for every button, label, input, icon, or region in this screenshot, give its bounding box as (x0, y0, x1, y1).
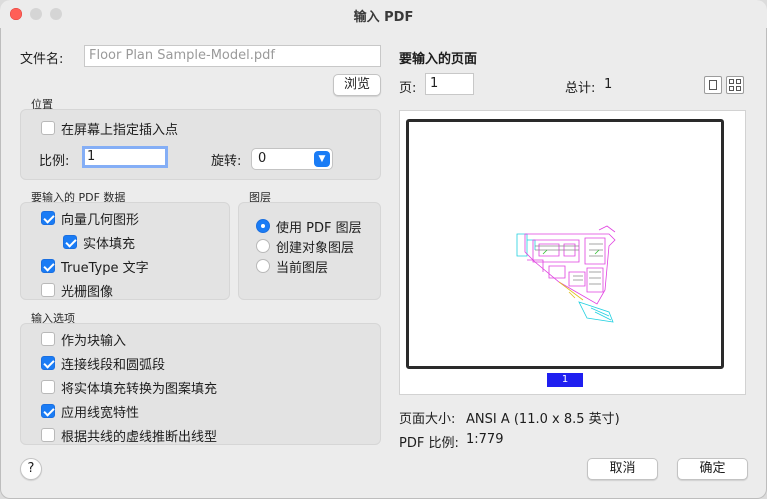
grid-view-icon[interactable] (726, 76, 744, 94)
current-layer-label: 当前图层 (276, 261, 329, 276)
pdf-scale-label: PDF 比例: (399, 436, 459, 451)
ok-button[interactable]: 确定 (677, 458, 748, 480)
convert-solid-fills-checkbox[interactable] (41, 380, 55, 394)
chevron-down-icon: ▼ (314, 151, 330, 167)
create-object-layers-radio[interactable] (256, 239, 270, 253)
solid-fill-checkbox[interactable] (63, 235, 77, 249)
rotation-label: 旋转: (211, 154, 242, 169)
infer-linetypes-checkbox[interactable] (41, 428, 55, 442)
import-as-block-label: 作为块输入 (61, 334, 127, 349)
file-name-label: 文件名: (20, 52, 64, 67)
vector-geometry-label: 向量几何图形 (61, 213, 140, 228)
specify-on-screen-label: 在屏幕上指定插入点 (61, 123, 179, 138)
raster-images-label: 光栅图像 (61, 285, 114, 300)
convert-solid-fills-label: 将实体填充转换为图案填充 (61, 382, 218, 397)
page-preview-panel: 1 (399, 110, 746, 395)
import-pdf-dialog: 输入 PDF 文件名: Floor Plan Sample-Model.pdf … (0, 0, 767, 499)
rotation-value: 0 (258, 151, 267, 166)
page-label: 页: (399, 81, 417, 96)
join-lines-arcs-checkbox[interactable] (41, 356, 55, 370)
window-title: 输入 PDF (353, 10, 414, 25)
scale-label: 比例: (39, 154, 70, 169)
import-options-group: 作为块输入 连接线段和圆弧段 将实体填充转换为图案填充 应用线宽特性 根据共线的… (20, 323, 381, 445)
title-bar[interactable]: 输入 PDF (0, 0, 767, 28)
cancel-button[interactable]: 取消 (587, 458, 658, 480)
rotation-select[interactable]: 0 ▼ (251, 148, 333, 170)
layers-group: 使用 PDF 图层 创建对象图层 当前图层 (238, 202, 381, 300)
help-button[interactable]: ? (20, 458, 42, 480)
scale-input[interactable]: 1 (82, 146, 168, 168)
import-as-block-checkbox[interactable] (41, 332, 55, 346)
page-thumbnail[interactable] (406, 119, 724, 369)
page-size-value: ANSI A (11.0 x 8.5 英寸) (466, 412, 620, 427)
use-pdf-layers-radio[interactable] (256, 219, 270, 233)
raster-images-checkbox[interactable] (41, 283, 55, 297)
single-page-view-icon[interactable] (704, 76, 722, 94)
current-layer-radio[interactable] (256, 259, 270, 273)
page-size-label: 页面大小: (399, 412, 456, 427)
apply-lineweight-checkbox[interactable] (41, 404, 55, 418)
page-input[interactable]: 1 (425, 73, 474, 95)
pdf-data-group: 向量几何图形 实体填充 TrueType 文字 光栅图像 (20, 202, 230, 300)
truetype-text-label: TrueType 文字 (61, 261, 149, 276)
join-lines-arcs-label: 连接线段和圆弧段 (61, 358, 166, 373)
page-number-badge[interactable]: 1 (547, 373, 583, 387)
infer-linetypes-label: 根据共线的虚线推断出线型 (61, 430, 218, 445)
truetype-text-checkbox[interactable] (41, 259, 55, 273)
total-label: 总计: (565, 81, 596, 96)
total-value: 1 (604, 77, 613, 92)
solid-fill-label: 实体填充 (83, 237, 136, 252)
floor-plan-drawing (516, 225, 616, 323)
pdf-scale-value: 1:779 (466, 432, 504, 447)
vector-geometry-checkbox[interactable] (41, 211, 55, 225)
apply-lineweight-label: 应用线宽特性 (61, 406, 140, 421)
file-name-field[interactable]: Floor Plan Sample-Model.pdf (84, 45, 381, 67)
pages-title: 要输入的页面 (399, 52, 478, 67)
use-pdf-layers-label: 使用 PDF 图层 (276, 221, 362, 236)
create-object-layers-label: 创建对象图层 (276, 241, 355, 256)
position-group: 在屏幕上指定插入点 比例: 1 旋转: 0 ▼ (20, 109, 381, 180)
specify-on-screen-checkbox[interactable] (41, 121, 55, 135)
browse-button[interactable]: 浏览 (333, 74, 381, 96)
